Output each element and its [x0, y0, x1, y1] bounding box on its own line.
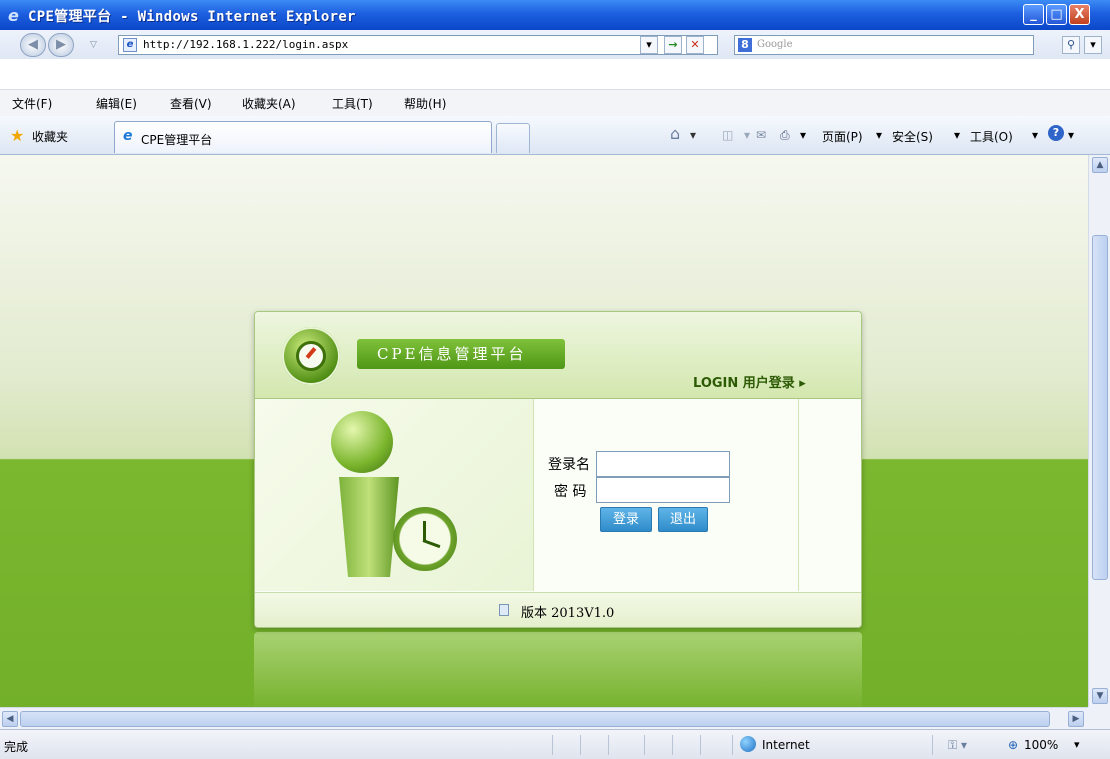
zoom-dropdown-icon[interactable]: ▾ [1074, 738, 1080, 751]
login-panel-header: CPE信息管理平台 LOGIN 用户登录 ▸ [255, 312, 861, 399]
scroll-left-icon[interactable]: ◀ [2, 711, 18, 727]
history-dropdown-icon[interactable]: ▽ [90, 40, 97, 50]
login-button[interactable]: 登录 [600, 507, 652, 532]
favorites-button[interactable]: 收藏夹 [32, 128, 68, 145]
tools-menu[interactable]: 工具(O) [970, 128, 1013, 145]
window-title: CPE管理平台 - Windows Internet Explorer [28, 9, 356, 25]
new-tab-button[interactable] [496, 123, 530, 153]
username-input[interactable] [596, 451, 730, 477]
login-panel-body: 登录名 密 码 登录 退出 [255, 399, 861, 591]
favorites-star-icon[interactable]: ★ [10, 126, 24, 145]
feeds-icon[interactable]: ◫ [722, 128, 733, 142]
login-panel-footer: 版本 2013V1.0 [255, 592, 861, 627]
help-icon[interactable]: ? [1048, 125, 1064, 141]
back-button[interactable]: ◀ [20, 33, 46, 57]
page-menu[interactable]: 页面(P) [822, 128, 863, 145]
print-dropdown-icon[interactable]: ▾ [800, 128, 806, 142]
menu-tools[interactable]: 工具(T) [332, 95, 373, 112]
user-illustration [255, 399, 534, 591]
vertical-scroll-thumb[interactable] [1092, 235, 1108, 580]
password-input[interactable] [596, 477, 730, 503]
address-dropdown-button[interactable]: ▾ [640, 36, 658, 54]
zoom-level[interactable]: 100% [1024, 738, 1058, 752]
menu-bar: 文件(F) 编辑(E) 查看(V) 收藏夹(A) 工具(T) 帮助(H) [0, 89, 1110, 116]
minimize-button[interactable]: _ [1023, 4, 1044, 25]
login-panel: CPE信息管理平台 LOGIN 用户登录 ▸ 登录名 密 码 登录 退出 版本 … [254, 311, 862, 628]
zoom-icon[interactable]: ⊕ [1008, 738, 1018, 752]
exit-button[interactable]: 退出 [658, 507, 708, 532]
scroll-up-icon[interactable]: ▲ [1092, 157, 1108, 173]
user-body-icon [339, 477, 399, 577]
search-placeholder: Google [757, 39, 793, 50]
safety-dropdown-icon[interactable]: ▾ [954, 128, 960, 142]
page-dropdown-icon[interactable]: ▾ [876, 128, 882, 142]
search-options-button[interactable]: ▾ [1084, 36, 1102, 54]
globe-icon [740, 736, 756, 752]
scrollbar-corner [1088, 707, 1110, 729]
tab-cpe[interactable]: e CPE管理平台 [114, 121, 492, 153]
panel-reflection [254, 632, 862, 712]
protected-mode-icon[interactable]: ⚿ ▾ [948, 738, 967, 753]
scroll-right-icon[interactable]: ▶ [1068, 711, 1084, 727]
menu-edit[interactable]: 编辑(E) [96, 95, 137, 112]
user-head-icon [331, 411, 393, 473]
search-engine-icon: 8 [738, 38, 752, 52]
home-dropdown-icon[interactable]: ▾ [690, 128, 696, 142]
zone-label: Internet [762, 738, 810, 752]
horizontal-scroll-thumb[interactable] [20, 711, 1050, 727]
horizontal-scrollbar[interactable]: ◀ ▶ [0, 707, 1088, 730]
mail-icon[interactable]: ✉ [756, 128, 766, 142]
menu-help[interactable]: 帮助(H) [404, 95, 446, 112]
address-field[interactable]: e http://192.168.1.222/login.aspx [118, 35, 718, 55]
password-label: 密 码 [554, 484, 587, 500]
menu-file[interactable]: 文件(F) [12, 95, 52, 112]
forward-button[interactable]: ▶ [48, 33, 74, 57]
menu-view[interactable]: 查看(V) [170, 95, 212, 112]
scroll-down-icon[interactable]: ▼ [1092, 688, 1108, 704]
status-text: 完成 [4, 740, 29, 754]
tools-dropdown-icon[interactable]: ▾ [1032, 128, 1038, 142]
close-button[interactable]: X [1069, 4, 1090, 25]
clock-icon [393, 507, 457, 571]
menu-favorites[interactable]: 收藏夹(A) [242, 95, 296, 112]
address-text: http://192.168.1.222/login.aspx [143, 38, 349, 51]
login-heading: LOGIN 用户登录 ▸ [693, 376, 806, 391]
feeds-dropdown-icon[interactable]: ▾ [744, 128, 750, 142]
username-label: 登录名 [548, 457, 590, 473]
login-form: 登录名 密 码 登录 退出 [534, 399, 799, 591]
title-bar: e CPE管理平台 - Windows Internet Explorer _ … [0, 0, 1110, 31]
go-button[interactable]: → [664, 36, 682, 54]
status-bar: 完成 [0, 729, 1110, 759]
ie-logo-icon: e [8, 6, 19, 25]
stop-button[interactable]: ✕ [686, 36, 704, 54]
cpe-logo-icon [282, 327, 340, 385]
search-icon[interactable]: ⚲ [1062, 36, 1080, 54]
home-icon[interactable]: ⌂ [670, 124, 680, 143]
maximize-button[interactable]: □ [1046, 4, 1067, 25]
document-icon [499, 604, 509, 616]
help-dropdown-icon[interactable]: ▾ [1068, 128, 1074, 142]
print-icon[interactable]: ⎙ [780, 128, 790, 143]
tab-label: CPE管理平台 [141, 133, 213, 147]
safety-menu[interactable]: 安全(S) [892, 128, 933, 145]
version-text: 版本 2013V1.0 [521, 606, 615, 621]
app-title: CPE信息管理平台 [357, 339, 565, 369]
vertical-scrollbar[interactable]: ▲ ▼ [1088, 155, 1110, 707]
ie-tab-icon: e [123, 128, 133, 144]
search-field[interactable]: 8 Google [734, 35, 1034, 55]
page-icon: e [123, 38, 137, 52]
